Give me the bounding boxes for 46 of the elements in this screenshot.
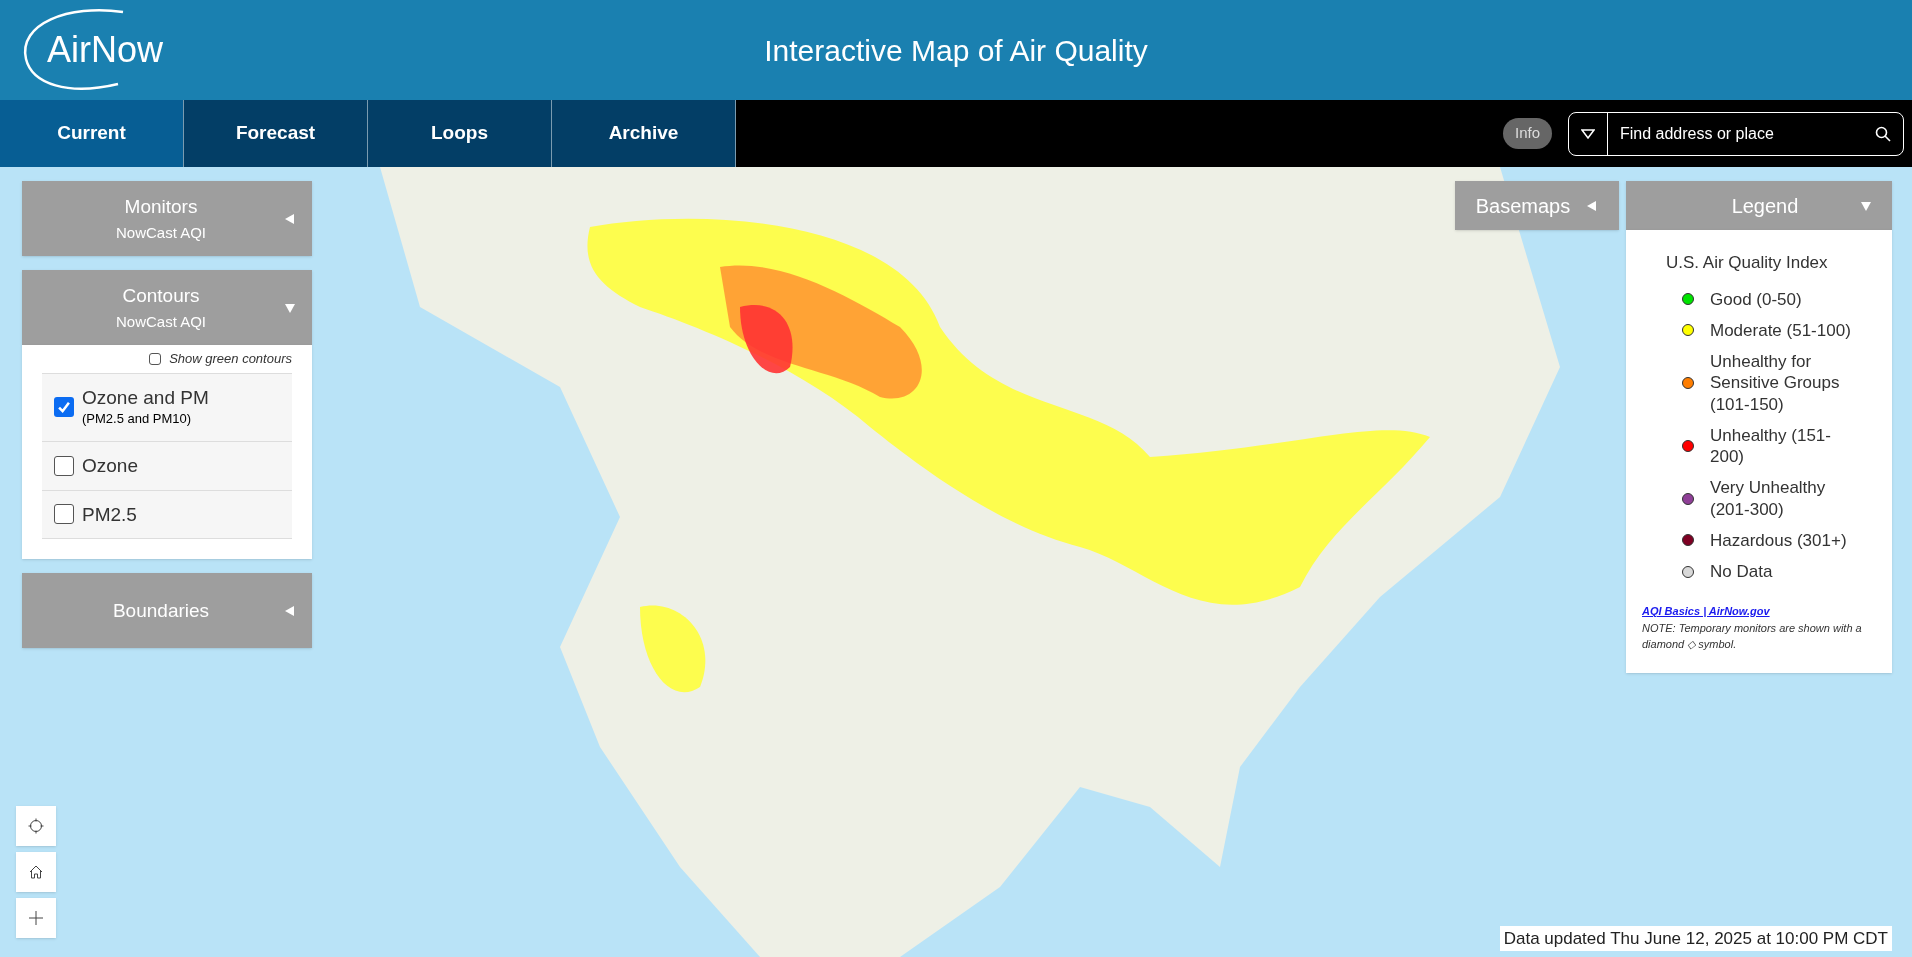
panel-header[interactable]: Boundaries (22, 573, 312, 649)
option-label: PM2.5 (82, 502, 137, 527)
legend-label: Hazardous (301+) (1710, 529, 1848, 551)
airnow-logo: AirNow (8, 4, 178, 96)
nav-tab[interactable]: Forecast (184, 100, 368, 167)
dropdown-icon (1581, 128, 1595, 139)
legend-label: Unhealthy for Sensitive Groups (101-150) (1710, 351, 1841, 415)
aqi-basics-link[interactable]: AQI Basics | AirNow.gov (1642, 603, 1876, 620)
caret-left-icon (284, 212, 296, 225)
legend-label: Moderate (51-100) (1710, 319, 1852, 341)
legend-label: Very Unhealthy (201-300) (1710, 477, 1827, 520)
data-updated-label: Data updated Thu June 12, 2025 at 10:00 PM CDT (1499, 925, 1892, 951)
caret-left-icon (284, 604, 296, 617)
legend-label: Unhealthy (151-200) (1710, 424, 1832, 468)
checkmark-icon (57, 400, 71, 415)
legend-note: NOTE: Temporary monitors are shown with a diamond ◇ symbol. (1642, 620, 1863, 653)
info-button[interactable]: Info (1502, 118, 1552, 149)
checkbox[interactable] (54, 397, 74, 418)
plus-icon (28, 910, 44, 926)
legend-label: Good (0-50) (1710, 288, 1803, 310)
checkbox[interactable] (54, 455, 74, 476)
page-title: Interactive Map of Air Quality (763, 32, 1149, 69)
nav-tab[interactable]: Current (0, 100, 184, 167)
option-sublabel: (PM2.5 and PM10) (82, 410, 193, 429)
search-icon (1875, 125, 1891, 142)
panel-header[interactable]: Contours NowCast AQI (22, 270, 312, 345)
panel-header[interactable]: Monitors NowCast AQI (22, 181, 312, 256)
legend-header[interactable]: Legend (1626, 181, 1892, 230)
caret-down-icon (284, 301, 296, 314)
legend-heading: U.S. Air Quality Index (1665, 252, 1829, 274)
search-field[interactable]: Find address or place (1608, 121, 1875, 146)
nav-tab[interactable]: Loops (368, 100, 552, 167)
option-label: Ozone (82, 453, 138, 478)
legend-label: No Data (1710, 561, 1774, 583)
checkbox[interactable] (54, 504, 74, 525)
home-icon (28, 864, 44, 880)
map-control-button[interactable] (16, 852, 56, 892)
checkbox[interactable] (149, 352, 162, 365)
crosshair-icon (28, 818, 44, 834)
option-label: Ozone and PM (82, 385, 209, 410)
option-label: Show green contours (169, 350, 292, 368)
caret-left-icon (1586, 199, 1599, 212)
caret-down-icon (1860, 199, 1872, 212)
search-bar[interactable]: Find address or place (1568, 111, 1904, 156)
basemaps-header[interactable]: Basemaps (1455, 181, 1619, 230)
nav-tab[interactable]: Archive (552, 100, 736, 167)
